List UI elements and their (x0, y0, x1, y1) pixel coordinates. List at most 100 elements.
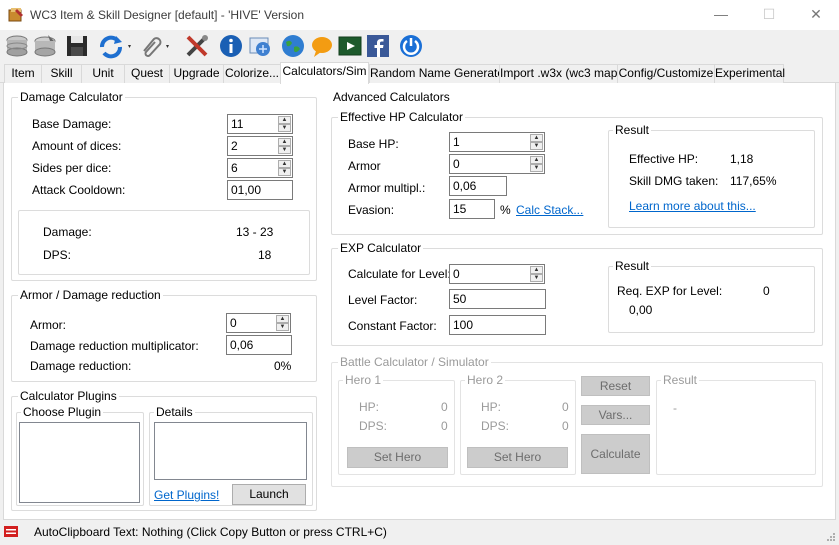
evasion-input[interactable]: 15 (449, 199, 495, 219)
spin-down-icon[interactable]: ▼ (278, 124, 291, 132)
get-plugins-link[interactable]: Get Plugins! (154, 488, 219, 502)
cooldown-input[interactable]: 01,00 (227, 180, 293, 200)
tab-strip: Item Skill Unit Quest Upgrade Colorize..… (0, 62, 839, 84)
tab-upgrade[interactable]: Upgrade (169, 64, 224, 83)
reset-button[interactable]: Reset (581, 376, 650, 396)
spin-down-icon[interactable]: ▼ (276, 323, 289, 331)
tab-experimental[interactable]: Experimental (714, 64, 785, 83)
constant-factor-input[interactable]: 100 (449, 315, 546, 335)
spin-up-icon[interactable]: ▲ (278, 116, 291, 124)
spin-up-icon[interactable]: ▲ (530, 134, 543, 142)
armor-multipl-input[interactable]: 0,06 (449, 176, 507, 196)
spin-down-icon[interactable]: ▼ (530, 164, 543, 172)
hero2-group: Hero 2 HP: 0 DPS: 0 Set Hero (460, 373, 576, 475)
plugin-list[interactable] (19, 422, 140, 503)
calc-stack-link[interactable]: Calc Stack... (516, 203, 583, 217)
hero1-dps-value: 0 (441, 419, 448, 433)
chat-icon[interactable] (309, 33, 335, 59)
sync-icon[interactable] (98, 33, 134, 59)
calc-level-spinner[interactable]: 0 ▲ ▼ (449, 264, 545, 284)
dps-value: 18 (258, 248, 272, 262)
spin-up-icon[interactable]: ▲ (278, 138, 291, 146)
dices-value: 2 (231, 139, 238, 153)
ehp-armor-spinner[interactable]: 0 ▲ ▼ (449, 154, 545, 174)
level-factor-input[interactable]: 50 (449, 289, 546, 309)
effective-hp-label: Effective HP: (629, 152, 699, 166)
toolbar (0, 30, 839, 62)
status-text: AutoClipboard Text: Nothing (Click Copy … (34, 525, 387, 539)
spin-up-icon[interactable]: ▲ (276, 315, 289, 323)
spin-down-icon[interactable]: ▼ (530, 274, 543, 282)
close-button[interactable]: ✕ (805, 4, 827, 24)
resize-grip-icon[interactable] (826, 531, 836, 541)
spin-down-icon[interactable]: ▼ (278, 146, 291, 154)
evasion-percent: % (500, 203, 511, 217)
tab-config-customize[interactable]: Config/Customize (617, 64, 715, 83)
save-icon[interactable] (64, 33, 90, 59)
spin-down-icon[interactable]: ▼ (278, 168, 291, 176)
ehp-armor-value: 0 (453, 157, 460, 171)
reduction-multiplicator-input[interactable]: 0,06 (226, 335, 292, 355)
maximize-button[interactable]: ☐ (758, 4, 780, 24)
power-icon[interactable] (398, 33, 424, 59)
base-hp-label: Base HP: (348, 137, 399, 151)
tools-icon[interactable] (184, 33, 210, 59)
hero2-set-hero-button[interactable]: Set Hero (467, 447, 568, 468)
app-icon (8, 7, 24, 23)
launch-button[interactable]: Launch (232, 484, 306, 505)
spin-up-icon[interactable]: ▲ (278, 160, 291, 168)
attach-icon[interactable] (138, 33, 174, 59)
minimize-button[interactable]: — (710, 4, 732, 24)
base-hp-value: 1 (453, 135, 460, 149)
window-title: WC3 Item & Skill Designer [default] - 'H… (30, 8, 305, 22)
info-icon[interactable] (218, 33, 244, 59)
database-alt-icon[interactable] (32, 33, 58, 59)
tab-skill[interactable]: Skill (41, 64, 82, 83)
level-factor-label: Level Factor: (348, 293, 418, 307)
armor-label: Armor: (30, 318, 66, 332)
tab-calculators-sim[interactable]: Calculators/Sim (280, 62, 369, 84)
database-icon[interactable] (4, 33, 30, 59)
facebook-icon[interactable] (365, 33, 391, 59)
hero1-set-hero-button[interactable]: Set Hero (347, 447, 448, 468)
ehp-armor-label: Armor (348, 159, 381, 173)
hero2-dps-value: 0 (562, 419, 569, 433)
dices-spinner[interactable]: 2 ▲ ▼ (227, 136, 293, 156)
battle-calculator-group: Battle Calculator / Simulator Hero 1 HP:… (331, 355, 823, 487)
spin-up-icon[interactable]: ▲ (530, 266, 543, 274)
constant-factor-label: Constant Factor: (348, 319, 437, 333)
effective-hp-group: Effective HP Calculator Base HP: 1 ▲ ▼ A… (331, 110, 823, 235)
exp-calculator-title: EXP Calculator (338, 241, 424, 255)
details-label: Details (154, 405, 195, 419)
armor-spinner[interactable]: 0 ▲ ▼ (226, 313, 291, 333)
tab-random-name-generator[interactable]: Random Name Generator (369, 64, 508, 83)
hero1-group: Hero 1 HP: 0 DPS: 0 Set Hero (338, 373, 455, 475)
tab-item[interactable]: Item (4, 64, 42, 83)
base-damage-spinner[interactable]: 11 ▲ ▼ (227, 114, 293, 134)
web-icon[interactable] (247, 33, 273, 59)
advanced-calculators-group: Advanced Calculators Effective HP Calcul… (326, 90, 829, 487)
req-exp-value: 0 (763, 284, 770, 298)
base-hp-spinner[interactable]: 1 ▲ ▼ (449, 132, 545, 152)
tab-unit[interactable]: Unit (81, 64, 125, 83)
calc-level-label: Calculate for Level: (348, 267, 451, 281)
learn-more-link[interactable]: Learn more about this... (629, 199, 756, 213)
spin-up-icon[interactable]: ▲ (530, 156, 543, 164)
globe-icon[interactable] (280, 33, 306, 59)
battle-result-group: Result - (656, 373, 816, 475)
ehp-result-title: Result (613, 123, 652, 137)
tab-quest[interactable]: Quest (124, 64, 170, 83)
video-icon[interactable] (337, 33, 363, 59)
exp-extra-value: 0,00 (629, 303, 653, 317)
spin-down-icon[interactable]: ▼ (530, 142, 543, 150)
skill-dmg-value: 117,65% (730, 174, 777, 188)
calculator-plugins-group: Calculator Plugins Choose Plugin Details… (11, 389, 317, 511)
sides-spinner[interactable]: 6 ▲ ▼ (227, 158, 293, 178)
tab-import-w3x[interactable]: Import .w3x (wc3 map) (499, 64, 621, 83)
damage-result-box: Damage: 13 - 23 DPS: 18 (18, 210, 310, 275)
cooldown-label: Attack Cooldown: (32, 183, 126, 197)
calculate-button[interactable]: Calculate (581, 434, 650, 474)
tab-colorize[interactable]: Colorize... (223, 64, 281, 83)
vars-button[interactable]: Vars... (581, 405, 650, 425)
damage-calculator-title: Damage Calculator (18, 90, 125, 104)
